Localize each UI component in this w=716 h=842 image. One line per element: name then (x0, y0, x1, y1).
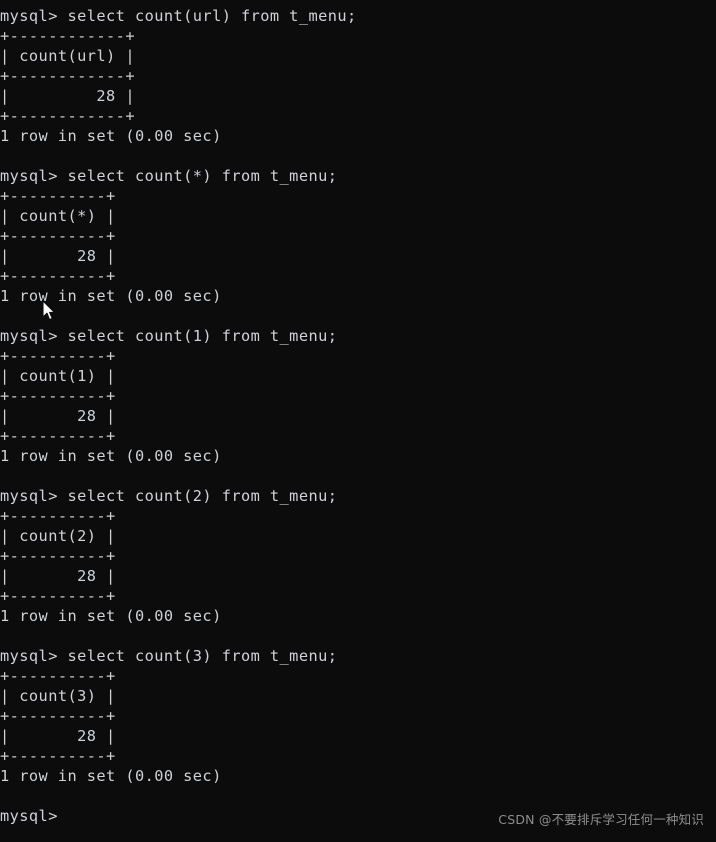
table-rule-line: +----------+ (0, 227, 116, 245)
table-rule-line: +----------+ (0, 267, 116, 285)
terminal-line: mysql> (0, 807, 58, 825)
terminal-line: | 28 | (0, 407, 116, 425)
table-rule-line: +------------+ (0, 67, 135, 85)
terminal-line: | 28 | (0, 87, 135, 105)
table-rule-line: +----------+ (0, 667, 116, 685)
table-rule-line: +----------+ (0, 347, 116, 365)
table-rule-line: +------------+ (0, 27, 135, 45)
table-rule-line: +----------+ (0, 187, 116, 205)
table-rule-line: +----------+ (0, 547, 116, 565)
terminal-output[interactable]: mysql> select count(url) from t_menu; +--… (0, 6, 357, 826)
terminal-line: 1 row in set (0.00 sec) (0, 767, 222, 785)
terminal-line: mysql> select count(*) from t_menu; (0, 167, 338, 185)
table-rule-line: +----------+ (0, 747, 116, 765)
terminal-line: mysql> select count(1) from t_menu; (0, 327, 338, 345)
csdn-watermark: CSDN @不要排斥学习任何一种知识 (498, 812, 704, 827)
terminal-line: mysql> select count(3) from t_menu; (0, 647, 338, 665)
table-rule-line: +----------+ (0, 507, 116, 525)
terminal-line: | 28 | (0, 247, 116, 265)
terminal-line: | count(*) | (0, 207, 116, 225)
terminal-line: | count(1) | (0, 367, 116, 385)
table-rule-line: +----------+ (0, 707, 116, 725)
terminal-line: | count(2) | (0, 527, 116, 545)
table-rule-line: +----------+ (0, 427, 116, 445)
terminal-line: | 28 | (0, 727, 116, 745)
terminal-window[interactable]: mysql> select count(url) from t_menu; +--… (0, 0, 716, 842)
terminal-line: 1 row in set (0.00 sec) (0, 287, 222, 305)
terminal-line: | count(url) | (0, 47, 135, 65)
terminal-line: | count(3) | (0, 687, 116, 705)
table-rule-line: +----------+ (0, 387, 116, 405)
terminal-line: | 28 | (0, 567, 116, 585)
terminal-line: mysql> select count(2) from t_menu; (0, 487, 338, 505)
terminal-line: mysql> select count(url) from t_menu; (0, 7, 357, 25)
table-rule-line: +----------+ (0, 587, 116, 605)
terminal-line: 1 row in set (0.00 sec) (0, 447, 222, 465)
terminal-line: 1 row in set (0.00 sec) (0, 607, 222, 625)
table-rule-line: +------------+ (0, 107, 135, 125)
terminal-line: 1 row in set (0.00 sec) (0, 127, 222, 145)
